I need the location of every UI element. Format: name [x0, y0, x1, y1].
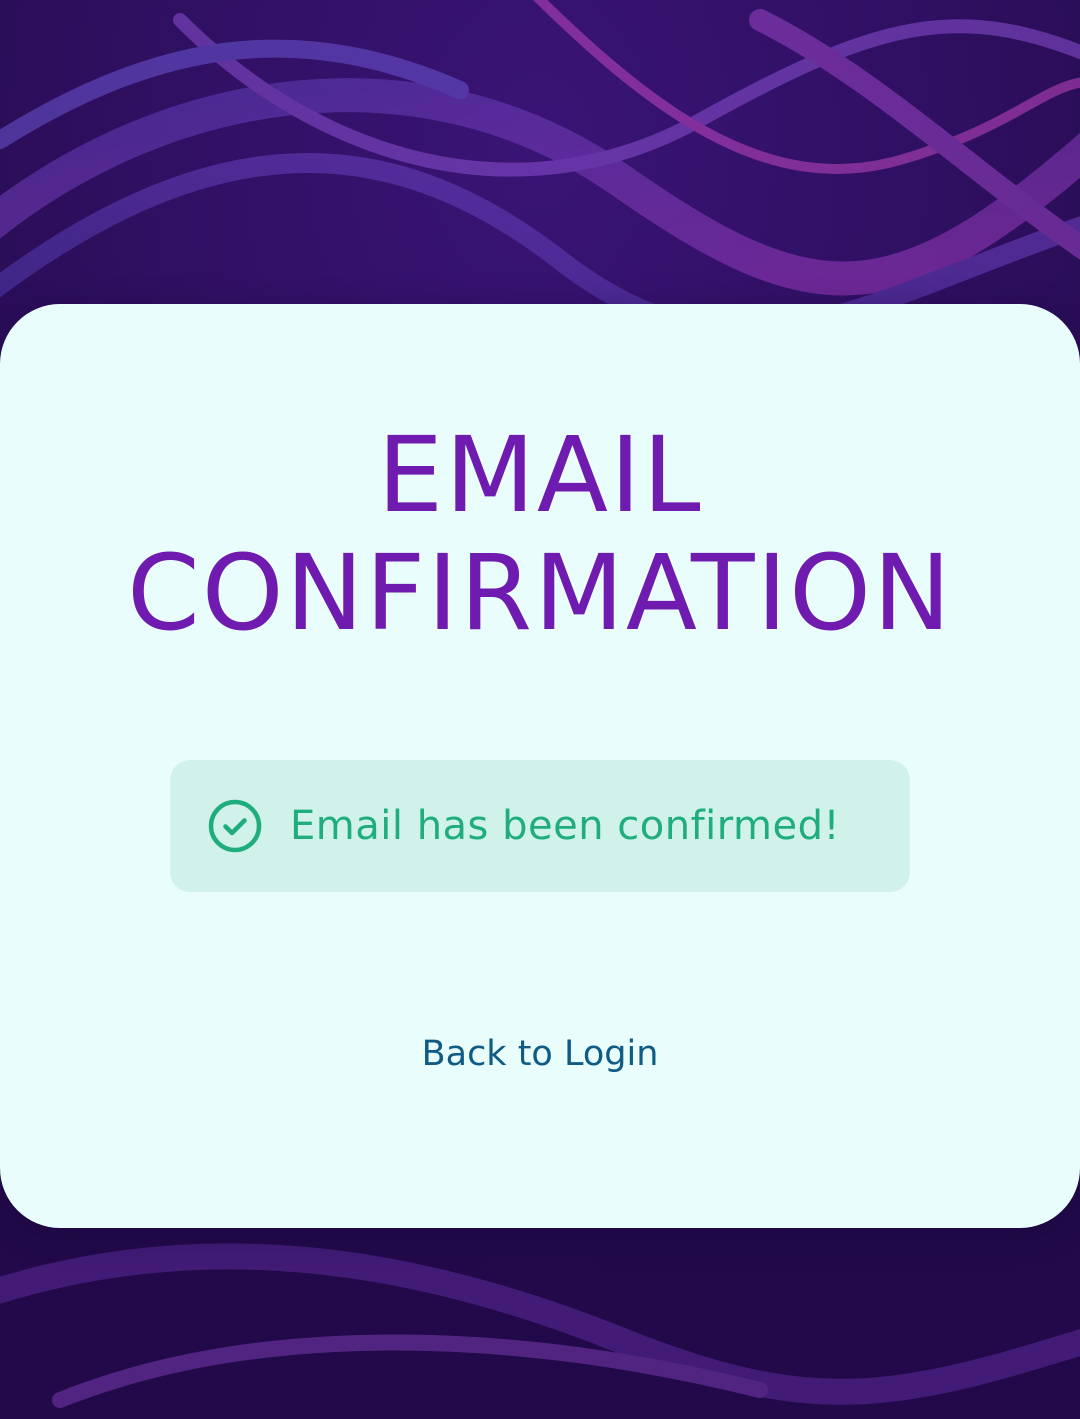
success-alert: Email has been confirmed! — [170, 760, 910, 892]
page-title: EMAIL CONFIRMATION — [0, 416, 1080, 652]
page-title-line-2: CONFIRMATION — [127, 532, 953, 654]
check-circle-icon — [207, 798, 263, 854]
success-message: Email has been confirmed! — [290, 803, 841, 849]
page-title-line-1: EMAIL — [377, 414, 703, 536]
back-to-login-link[interactable]: Back to Login — [0, 1034, 1080, 1074]
confirmation-card: EMAIL CONFIRMATION Email has been confir… — [0, 304, 1080, 1228]
